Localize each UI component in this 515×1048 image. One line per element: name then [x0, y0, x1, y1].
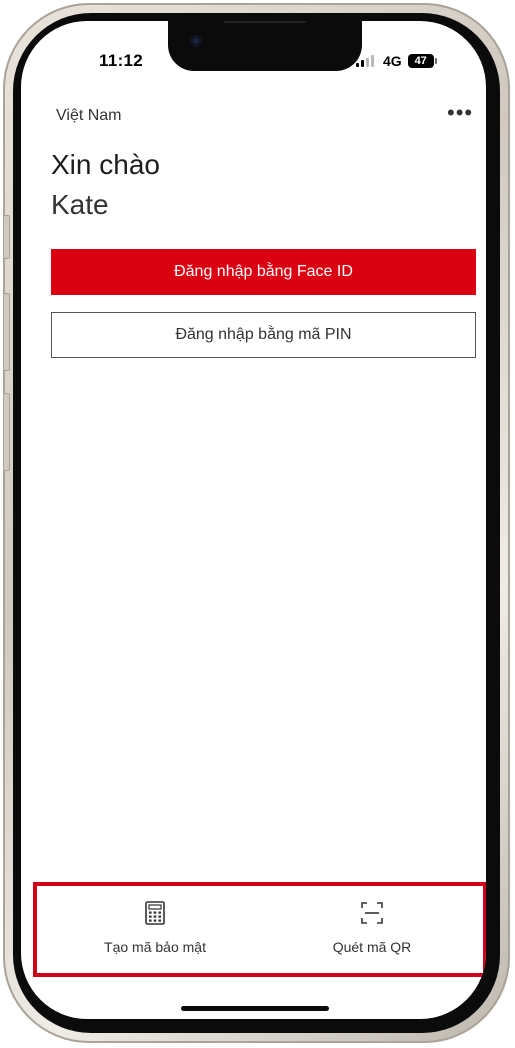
bottom-actions-highlight — [33, 882, 486, 977]
battery-icon: 47 — [407, 54, 437, 68]
camera-icon — [190, 35, 202, 47]
notch — [168, 21, 362, 71]
greeting-text: Xin chào — [51, 149, 160, 180]
faceid-login-button[interactable]: Đăng nhập bằng Face ID — [51, 249, 476, 295]
battery-level: 47 — [414, 55, 427, 67]
signal-bar — [371, 55, 374, 67]
signal-bar — [356, 63, 359, 67]
signal-icon — [356, 55, 376, 67]
region-selector[interactable]: Việt Nam — [56, 107, 122, 125]
network-type: 4G — [383, 53, 402, 69]
side-button — [3, 215, 10, 259]
home-indicator[interactable] — [181, 1006, 329, 1011]
speaker — [223, 21, 307, 23]
side-button — [3, 293, 10, 371]
signal-bar — [366, 57, 369, 67]
pin-login-label: Đăng nhập bằng mã PIN — [175, 326, 352, 343]
status-indicators: 4G 47 — [356, 52, 437, 70]
user-name: Kate — [51, 189, 109, 220]
side-button — [3, 393, 10, 471]
status-time: 11:12 — [99, 51, 144, 70]
screen: 11:12 4G 47 Việt Nam ••• Xin chào Kate Đ… — [21, 21, 486, 1019]
faceid-login-label: Đăng nhập bằng Face ID — [174, 263, 353, 280]
pin-login-button[interactable]: Đăng nhập bằng mã PIN — [51, 312, 476, 358]
more-dots-icon[interactable]: ••• — [447, 102, 473, 124]
signal-bar — [361, 60, 364, 67]
